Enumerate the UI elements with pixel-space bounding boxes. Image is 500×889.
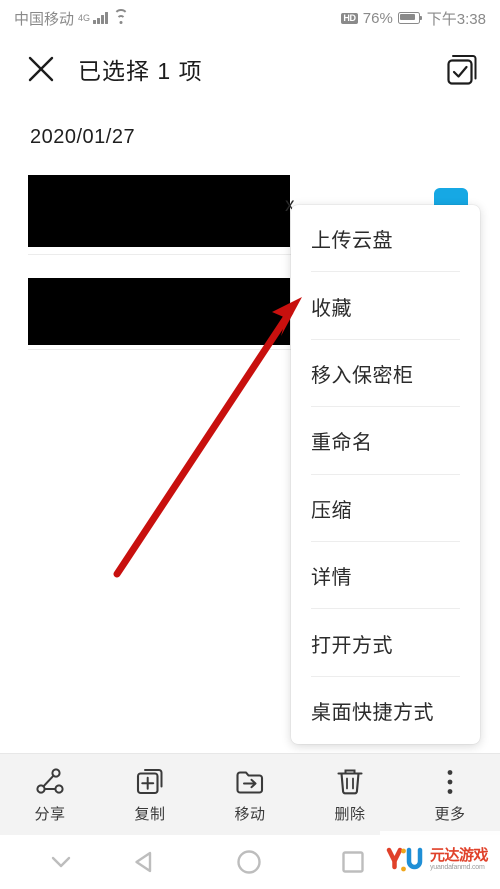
context-menu: 上传云盘 收藏 移入保密柜 重命名 压缩 详情 打开方式 桌面快捷方式	[291, 205, 480, 744]
menu-item-label: 打开方式	[311, 634, 393, 657]
menu-item-desktop-shortcut[interactable]: 桌面快捷方式	[291, 677, 480, 744]
menu-item-favorite[interactable]: 收藏	[291, 272, 480, 340]
copy-icon	[136, 769, 163, 795]
trash-icon	[337, 769, 363, 795]
watermark-url: yuandafanmd.com	[430, 864, 485, 872]
watermark: 元达游戏 yuandafanmd.com	[380, 831, 500, 889]
watermark-title: 元达游戏	[430, 847, 489, 865]
date-group-label: 2020/01/27	[30, 126, 136, 148]
more-button[interactable]: 更多	[405, 759, 495, 831]
signal-bars-icon	[93, 12, 108, 24]
home-circle-icon[interactable]	[234, 847, 264, 877]
redacted-content-bar	[28, 175, 290, 247]
menu-item-compress[interactable]: 压缩	[291, 475, 480, 542]
page-title: 已选择 1 项	[78, 58, 203, 84]
share-icon	[36, 768, 64, 794]
menu-item-label: 详情	[311, 567, 352, 590]
redacted-content-bar	[28, 278, 290, 345]
more-vertical-icon	[447, 770, 453, 794]
clock-label: 下午3:38	[426, 10, 486, 28]
battery-percent-label: 76%	[362, 9, 393, 27]
move-to-folder-icon	[236, 771, 264, 794]
menu-item-label: 重命名	[311, 432, 373, 455]
battery-icon	[397, 12, 422, 24]
menu-item-details[interactable]: 详情	[291, 542, 480, 610]
menu-item-rename[interactable]: 重命名	[291, 407, 480, 475]
move-button[interactable]: 移动	[205, 759, 295, 831]
menu-item-label: 上传云盘	[311, 230, 393, 253]
chevron-down-icon[interactable]	[46, 847, 76, 877]
share-button-label: 分享	[34, 806, 66, 823]
status-bar-right: HD 76% 下午3:38	[341, 8, 486, 29]
recents-square-icon[interactable]	[340, 849, 366, 875]
bottom-toolbar: 分享 复制 移动 删除 更多	[0, 753, 500, 835]
wifi-icon	[113, 9, 129, 24]
phone-screen: 中国移动 4G HD 76% 下午3:38 已选择 1 项 2020/01/27	[0, 0, 500, 889]
menu-item-label: 压缩	[311, 499, 352, 522]
watermark-text: 元达游戏 yuandafanmd.com	[430, 847, 489, 872]
app-header: 已选择 1 项	[0, 36, 500, 102]
copy-button-label: 复制	[134, 806, 166, 823]
delete-button-label: 删除	[334, 806, 366, 823]
status-bar-left: 中国移动 4G	[14, 8, 129, 29]
carrier-label: 中国移动	[14, 10, 75, 28]
more-button-label: 更多	[434, 806, 466, 823]
move-button-label: 移动	[234, 806, 266, 823]
menu-item-label: 桌面快捷方式	[311, 701, 434, 724]
menu-item-label: 收藏	[311, 297, 352, 320]
menu-item-move-to-safe[interactable]: 移入保密柜	[291, 340, 480, 408]
copy-button[interactable]: 复制	[105, 759, 195, 831]
menu-item-open-with[interactable]: 打开方式	[291, 609, 480, 677]
close-icon[interactable]	[26, 54, 56, 84]
share-button[interactable]: 分享	[5, 759, 95, 831]
back-triangle-icon[interactable]	[130, 847, 160, 877]
hd-badge: HD	[341, 12, 358, 24]
status-bar: 中国移动 4G HD 76% 下午3:38	[0, 0, 500, 36]
network-type-label: 4G	[78, 13, 91, 23]
menu-item-label: 移入保密柜	[311, 364, 414, 387]
delete-button[interactable]: 删除	[305, 759, 395, 831]
menu-item-upload-cloud[interactable]: 上传云盘	[291, 205, 480, 273]
yu-logo-icon	[386, 847, 423, 872]
select-all-checkbox-icon[interactable]	[444, 51, 480, 87]
